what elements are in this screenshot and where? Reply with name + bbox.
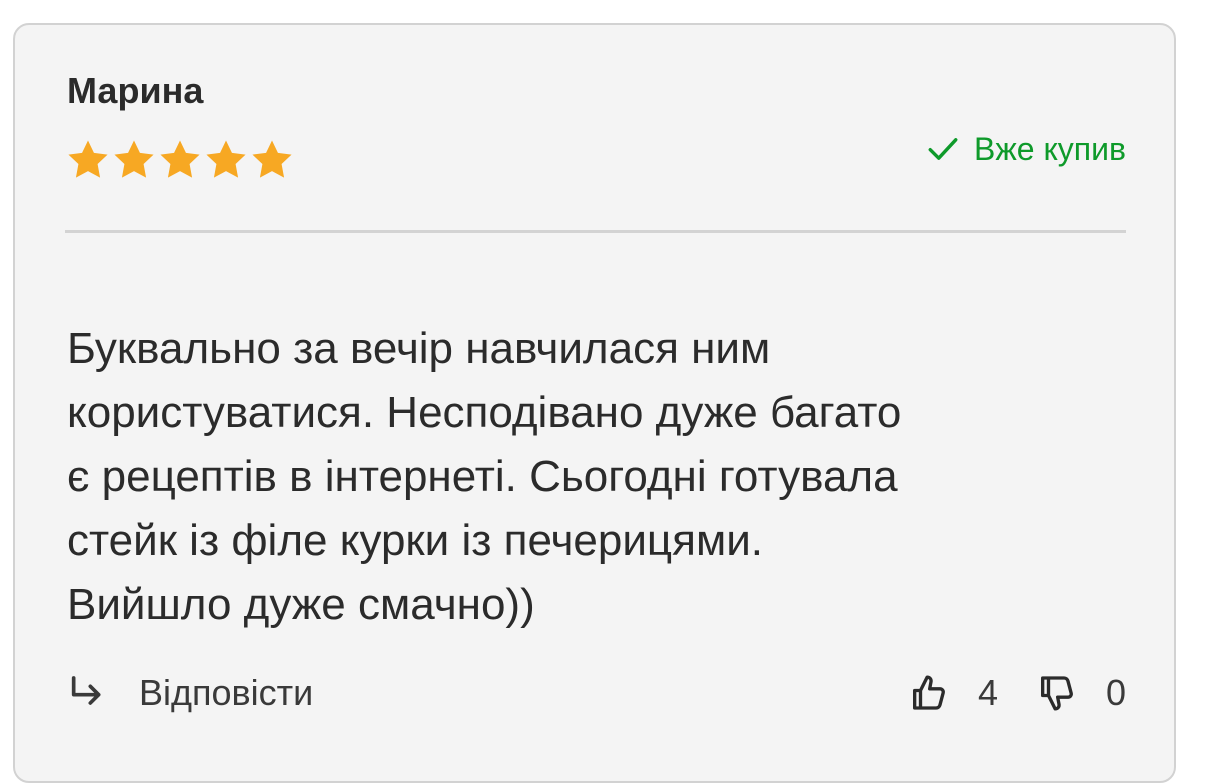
star-icon <box>114 140 154 178</box>
check-icon <box>928 138 958 160</box>
like-count: 4 <box>977 672 998 713</box>
divider <box>65 230 1126 233</box>
review-text: Буквально за вечір навчилася ним користу… <box>67 324 902 629</box>
review-author: Марина <box>67 70 204 111</box>
review-footer: Відповісти 4 0 <box>67 665 1126 721</box>
star-icon <box>68 140 108 178</box>
star-icon <box>252 140 292 178</box>
dislike-count: 0 <box>1105 672 1126 713</box>
purchased-badge: Вже купив <box>926 129 1126 169</box>
star-icon <box>160 140 200 178</box>
reply-arrow-icon <box>71 676 101 705</box>
thumbs-down-icon <box>1040 676 1073 711</box>
review-card: Марина Вже купив Буквально за вечір навч… <box>13 23 1176 783</box>
dislike-button[interactable]: 0 <box>1036 672 1126 714</box>
thumbs-up-icon <box>912 675 945 710</box>
reply-label: Відповісти <box>139 672 314 713</box>
star-icon <box>206 140 246 178</box>
votes: 4 0 <box>908 672 1126 714</box>
purchased-label: Вже купив <box>974 131 1126 167</box>
reply-button[interactable]: Відповісти <box>67 672 313 714</box>
like-button[interactable]: 4 <box>908 672 998 714</box>
rating-stars <box>65 137 295 185</box>
